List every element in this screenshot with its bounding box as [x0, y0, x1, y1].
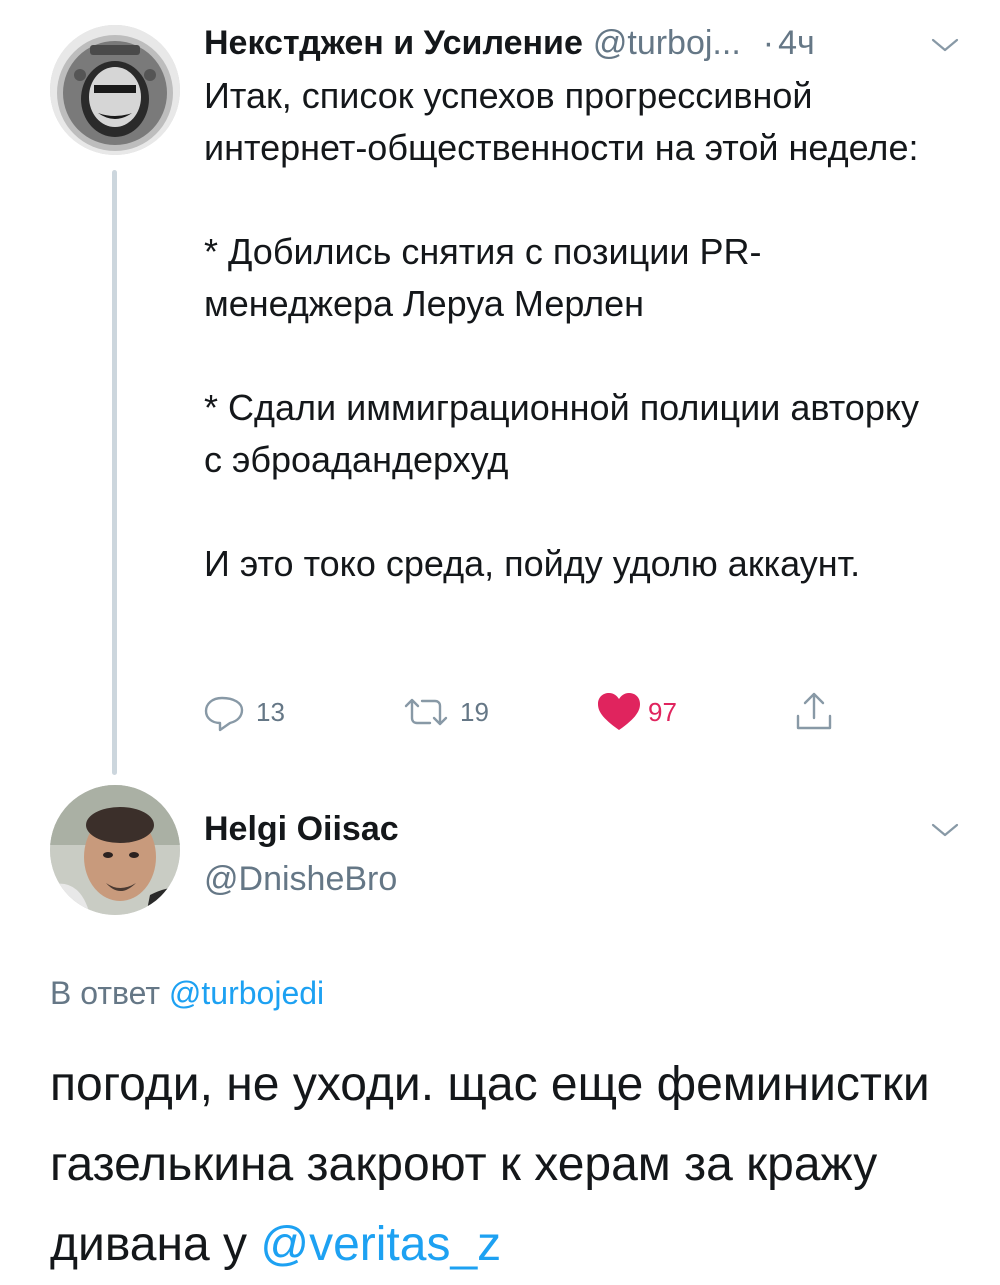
reply-author-avatar[interactable] — [50, 785, 180, 915]
like-button[interactable]: 97 — [596, 690, 677, 734]
chevron-down-icon[interactable] — [930, 35, 960, 55]
reply-count: 13 — [256, 696, 285, 727]
header-separator: · — [762, 23, 775, 62]
share-button[interactable] — [792, 690, 836, 734]
heart-icon — [598, 693, 640, 730]
man-portrait-avatar-image — [50, 785, 180, 915]
in-reply-prefix: В ответ — [50, 975, 161, 1011]
comment-bubble-icon — [204, 696, 244, 732]
author-avatar[interactable] — [50, 25, 180, 155]
reply-author-display-name[interactable]: Helgi Oiisac — [204, 804, 399, 854]
thread-connector-line — [112, 170, 117, 775]
retweet-icon — [404, 698, 448, 726]
share-icon — [796, 692, 832, 730]
reply-button[interactable]: 13 — [200, 690, 285, 734]
tweet-timestamp[interactable]: 4ч — [778, 24, 815, 63]
reply-header: Helgi Oiisac @DnisheBro — [204, 800, 399, 904]
tweet-header: Некстджен и Усиление @turboj... · 4ч — [204, 18, 964, 68]
retweet-button[interactable]: 19 — [398, 690, 489, 734]
reply-body: погоди, не уходи. щас еще феминистки газ… — [50, 1045, 970, 1285]
tweet-paragraph: * Сдали иммиграционной полиции авторку с… — [204, 387, 920, 480]
tweet-action-bar: 13 19 97 — [200, 690, 860, 734]
mention-link[interactable]: @veritas_z — [260, 1218, 501, 1271]
tweet-body: Итак, список успехов прогрессивной интер… — [204, 70, 944, 590]
author-display-name[interactable]: Некстджен и Усиление — [204, 24, 583, 63]
like-count: 97 — [648, 696, 677, 727]
tweet-paragraph: * Добились снятия с позиции PR-менеджера… — [204, 231, 762, 324]
astronaut-avatar-image — [50, 25, 180, 155]
in-reply-to-handle-link[interactable]: @turbojedi — [169, 975, 324, 1011]
in-reply-to-line: В ответ @turbojedi — [50, 975, 324, 1012]
tweet-paragraph: Итак, список успехов прогрессивной интер… — [204, 75, 919, 168]
tweet-paragraph: И это токо среда, пойду удолю аккаунт. — [204, 543, 861, 584]
chevron-down-icon[interactable] — [930, 820, 960, 840]
reply-author-handle[interactable]: @DnisheBro — [204, 854, 399, 904]
author-handle[interactable]: @turboj... — [593, 24, 741, 63]
retweet-count: 19 — [460, 696, 489, 727]
